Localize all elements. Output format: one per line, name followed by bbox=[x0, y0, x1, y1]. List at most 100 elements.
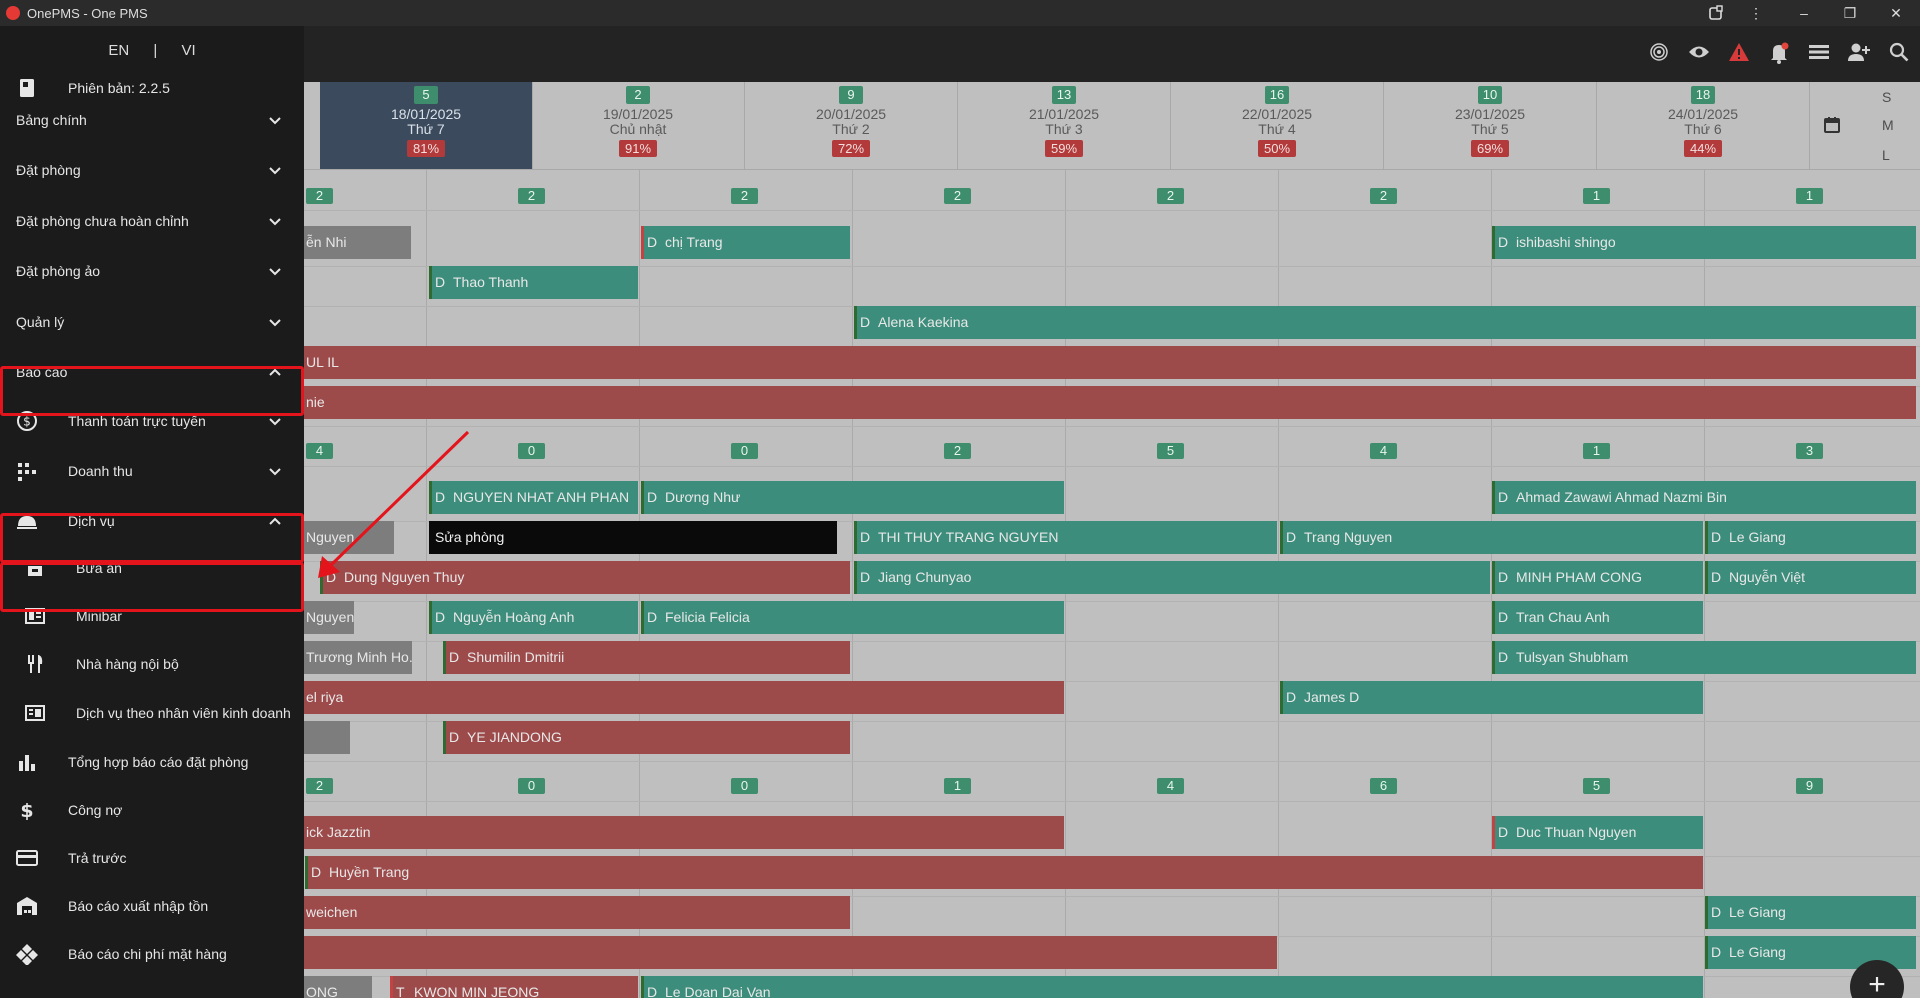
more-vertical-icon[interactable]: ⋮ bbox=[1736, 0, 1776, 26]
group-availability-count: 4 bbox=[306, 443, 333, 459]
booking-bar[interactable]: D THI THUY TRANG NGUYEN bbox=[854, 521, 1277, 554]
list-icon[interactable] bbox=[1807, 42, 1831, 66]
sidebar-item-xuat-nhap-ton[interactable]: Báo cáo xuất nhập tồn bbox=[0, 886, 304, 926]
search-icon[interactable] bbox=[1887, 42, 1911, 66]
sidebar-item-dat-phong-ao[interactable]: Đặt phòng ảo bbox=[0, 251, 304, 291]
booking-bar[interactable]: D Thao Thanh bbox=[429, 266, 638, 299]
extension-icon[interactable] bbox=[1696, 0, 1736, 26]
restore-button[interactable]: ❐ bbox=[1830, 0, 1870, 26]
sidebar-item-label: Thanh toán trực tuyến bbox=[68, 413, 206, 429]
date-header[interactable]: 10 23/01/2025 Thứ 5 69% bbox=[1384, 82, 1597, 170]
booking-bar[interactable]: D YE JIANDONG bbox=[443, 721, 850, 754]
booking-bar[interactable]: D Trang Nguyen bbox=[1280, 521, 1703, 554]
weekday-label: Thứ 2 bbox=[832, 121, 870, 137]
booking-bar[interactable]: Trương Minh Ho... bbox=[300, 641, 412, 674]
calendar-icon[interactable] bbox=[1823, 116, 1841, 134]
sidebar-item-bua-an[interactable]: Bữa ăn bbox=[0, 548, 304, 588]
booking-bar[interactable]: D Alena Kaekina bbox=[854, 306, 1916, 339]
date-header[interactable]: 9 20/01/2025 Thứ 2 72% bbox=[745, 82, 958, 170]
date-header[interactable]: 18 24/01/2025 Thứ 6 44% bbox=[1597, 82, 1810, 170]
booking-type-mark: D bbox=[435, 609, 446, 625]
guest-name: Le Giang bbox=[1729, 944, 1786, 960]
weekday-label: Chủ nhật bbox=[609, 121, 667, 137]
booking-status-stripe bbox=[641, 976, 644, 998]
booking-bar[interactable]: Dchị Trang bbox=[641, 226, 850, 259]
close-window-button[interactable]: ✕ bbox=[1876, 0, 1916, 26]
booking-bar[interactable]: D Duc Thuan Nguyen bbox=[1492, 816, 1703, 849]
version-label: Phiên bản: 2.2.5 bbox=[68, 80, 170, 96]
booking-bar[interactable]: weichen bbox=[300, 896, 850, 929]
booking-bar[interactable]: D Le Giang bbox=[1705, 896, 1916, 929]
date-header[interactable]: 16 22/01/2025 Thứ 4 50% bbox=[1171, 82, 1384, 170]
booking-bar[interactable]: UL IL bbox=[300, 346, 1916, 379]
booking-bar[interactable]: D Shumilin Dmitrii bbox=[443, 641, 850, 674]
sidebar-item-nha-hang-noi-bo[interactable]: Nhà hàng nội bộ bbox=[0, 644, 304, 684]
sidebar-item-dich-vu-theo-nhan-vien[interactable]: Dịch vụ theo nhân viên kinh doanh bbox=[0, 693, 304, 733]
sidebar-item-thanh-toan-truc-tuyen[interactable]: $ Thanh toán trực tuyến bbox=[0, 401, 304, 441]
booking-bar[interactable]: D Tran Chau Anh bbox=[1492, 601, 1703, 634]
booking-bar[interactable]: Nguyen bbox=[300, 521, 394, 554]
fingerprint-icon[interactable] bbox=[1647, 42, 1671, 66]
occupancy-badge: 72% bbox=[831, 140, 871, 157]
booking-bar[interactable]: D NGUYEN NHAT ANH PHAN bbox=[429, 481, 638, 514]
booking-bar[interactable]: D James D bbox=[1280, 681, 1703, 714]
booking-bar[interactable]: D Tulsyan Shubham bbox=[1492, 641, 1916, 674]
group-availability-count: 2 bbox=[1370, 188, 1397, 204]
sidebar-item-cong-no[interactable]: $ Công nợ bbox=[0, 790, 304, 830]
booking-bar[interactable]: D Le Giang bbox=[1705, 521, 1916, 554]
booking-bar[interactable]: ễn Nhi bbox=[300, 226, 411, 259]
sidebar-item-quan-ly[interactable]: Quản lý bbox=[0, 302, 304, 342]
size-l-option[interactable]: L bbox=[1882, 147, 1890, 163]
bell-icon[interactable] bbox=[1767, 42, 1791, 66]
booking-bar[interactable]: D Nguyễn Hoàng Anh bbox=[429, 601, 638, 634]
booking-bar[interactable]: D Dung Nguyen Thuy bbox=[320, 561, 850, 594]
booking-status-stripe bbox=[641, 226, 644, 259]
booking-bar[interactable]: el riya bbox=[300, 681, 1064, 714]
sidebar-item-dich-vu[interactable]: Dịch vụ bbox=[0, 501, 304, 541]
booking-status-stripe bbox=[854, 561, 857, 594]
booking-bar[interactable]: D Dương Như bbox=[641, 481, 1064, 514]
add-user-icon[interactable] bbox=[1847, 42, 1871, 66]
booking-bar[interactable]: D Ahmad Zawawi Ahmad Nazmi Bin bbox=[1492, 481, 1916, 514]
sidebar-item-chi-phi-mat-hang[interactable]: Báo cáo chi phí mặt hàng bbox=[0, 934, 304, 974]
booking-bar[interactable]: Sửa phòng bbox=[429, 521, 837, 554]
booking-bar[interactable]: D Nguyễn Việt bbox=[1705, 561, 1916, 594]
booking-bar[interactable]: Dishibashi shingo bbox=[1492, 226, 1916, 259]
sidebar-item-tra-truoc[interactable]: Trả trước bbox=[0, 838, 304, 878]
booking-type-mark: D bbox=[449, 649, 460, 665]
booking-bar[interactable] bbox=[300, 721, 350, 754]
sidebar-item-bang-chinh[interactable]: Bảng chính bbox=[0, 100, 304, 140]
booking-type-mark: D bbox=[647, 234, 658, 250]
booking-bar[interactable] bbox=[300, 936, 1277, 969]
booking-bar[interactable]: D Le Doan Dai Van bbox=[641, 976, 1703, 998]
booking-bar[interactable]: ick Jazztin bbox=[300, 816, 1064, 849]
booking-bar[interactable]: T KWON MIN JEONG bbox=[390, 976, 638, 998]
date-header[interactable]: 5 18/01/2025 Thứ 7 81% bbox=[320, 82, 533, 170]
booking-bar[interactable]: Nguyen bbox=[300, 601, 354, 634]
sidebar-item-dat-phong[interactable]: Đặt phòng bbox=[0, 150, 304, 190]
minimize-button[interactable]: – bbox=[1784, 0, 1824, 26]
sidebar-item-bao-cao[interactable]: Báo cáo bbox=[0, 352, 304, 392]
warning-icon[interactable] bbox=[1727, 42, 1751, 66]
sidebar-item-minibar[interactable]: Minibar bbox=[0, 596, 304, 636]
date-header[interactable]: 13 21/01/2025 Thứ 3 59% bbox=[958, 82, 1171, 170]
eye-icon[interactable] bbox=[1687, 42, 1711, 66]
size-m-option[interactable]: M bbox=[1882, 117, 1894, 133]
date-header[interactable]: 2 19/01/2025 Chủ nhật 91% bbox=[532, 82, 745, 170]
sidebar-item-label: Bảng chính bbox=[16, 112, 87, 128]
booking-bar[interactable]: nie bbox=[300, 386, 1916, 419]
booking-bar[interactable]: D Felicia Felicia bbox=[641, 601, 1064, 634]
booking-bar[interactable]: D MINH PHAM CONG bbox=[1492, 561, 1703, 594]
size-s-option[interactable]: S bbox=[1882, 89, 1891, 105]
booking-bar[interactable]: ONG bbox=[300, 976, 372, 998]
lang-vi-option[interactable]: VI bbox=[181, 42, 195, 59]
weekday-label: Thứ 3 bbox=[1045, 121, 1083, 137]
sidebar-item-doanh-thu[interactable]: Doanh thu bbox=[0, 451, 304, 491]
sidebar-item-tong-hop-bao-cao[interactable]: Tổng hợp báo cáo đặt phòng bbox=[0, 742, 304, 782]
sidebar-item-dat-phong-chua-hoan-chinh[interactable]: Đặt phòng chưa hoàn chỉnh bbox=[0, 201, 304, 241]
booking-bar[interactable]: D Huyền Trang bbox=[305, 856, 1703, 889]
guest-name: Tulsyan Shubham bbox=[1516, 649, 1629, 665]
lang-en-option[interactable]: EN bbox=[108, 42, 129, 59]
booking-bar[interactable]: D Jiang Chunyao bbox=[854, 561, 1490, 594]
booking-status-stripe bbox=[1705, 561, 1708, 594]
